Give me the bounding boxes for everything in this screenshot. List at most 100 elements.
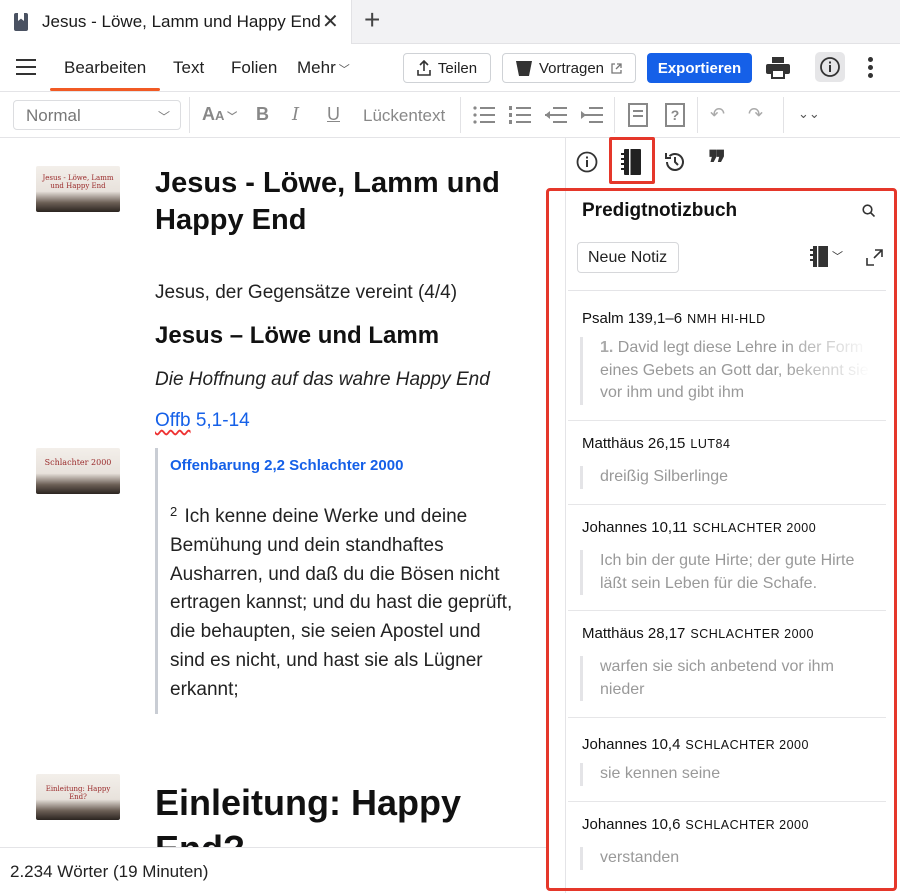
export-button[interactable]: Exportieren (647, 53, 752, 83)
undo-icon[interactable]: ↶ (710, 104, 725, 125)
note-version: LUT84 (690, 437, 731, 451)
bible-book-abbrev: Offb (155, 410, 191, 431)
chevron-down-icon[interactable]: ﹀ (832, 248, 843, 264)
note-reference: Johannes 10,4 SCHLACHTER 2000 (582, 736, 809, 753)
divider (614, 97, 615, 133)
verse-text: Ich kenne deine Werke und deine Bemühung… (170, 506, 513, 700)
slide-thumbnail-text: Jesus - Löwe, Lamm und Happy End (42, 174, 114, 190)
document-tab[interactable]: Jesus - Löwe, Lamm und Happy End ✕ (0, 0, 352, 44)
slide-thumbnail-text: Schlachter 2000 (44, 458, 112, 467)
note-item[interactable]: Matthäus 26,15 LUT84 dreißig Silberlinge (568, 421, 886, 505)
note-ref-text: Johannes 10,6 (582, 816, 681, 833)
note-item[interactable]: Psalm 139,1–6 NMH HI-HLD 1. David legt di… (568, 291, 886, 421)
note-version: SCHLACHTER 2000 (690, 627, 814, 641)
history-icon[interactable] (664, 151, 686, 173)
divider (783, 97, 784, 133)
print-icon[interactable] (766, 57, 790, 79)
outdent-icon[interactable] (545, 106, 567, 124)
format-toolbar: Normal ﹀ AA ﹀ B I U Lückentext ? ↶ ↷ ⌄⌄ (0, 92, 900, 138)
note-reference: Psalm 139,1–6 NMH HI-HLD (582, 310, 766, 327)
note-number: 1. (600, 339, 614, 356)
note-excerpt: warfen sie sich anbetend vor ihm nieder (580, 656, 870, 701)
popout-icon[interactable] (866, 249, 883, 266)
slide-thumbnail[interactable]: Jesus - Löwe, Lamm und Happy End (36, 166, 120, 212)
note-ref-text: Matthäus 28,17 (582, 625, 686, 642)
divider (460, 97, 461, 133)
note-version: SCHLACHTER 2000 (685, 818, 809, 832)
divider (189, 97, 190, 133)
section-heading: Jesus – Löwe und Lamm (155, 322, 440, 349)
note-item[interactable]: Johannes 10,6 SCHLACHTER 2000 verstanden (568, 802, 886, 886)
external-link-icon (611, 62, 622, 74)
highlight-box (609, 137, 655, 184)
info-icon[interactable] (576, 151, 598, 173)
cloze-button[interactable]: Lückentext (363, 106, 445, 126)
more-options-icon[interactable] (868, 57, 874, 79)
verse-number: 2 (170, 504, 178, 519)
slide-thumbnail[interactable]: Einleitung: Happy End? (36, 774, 120, 820)
note-excerpt: dreißig Silberlinge (580, 466, 870, 489)
podium-icon (515, 60, 532, 76)
new-note-button[interactable]: Neue Notiz (577, 242, 679, 273)
question-box-icon[interactable]: ? (665, 103, 685, 127)
notebook-select-icon[interactable] (810, 246, 830, 267)
menu-tab-text[interactable]: Text (173, 58, 204, 78)
note-reference: Matthäus 28,17 SCHLACHTER 2000 (582, 625, 814, 642)
font-size-icon[interactable]: AA ﹀ (202, 104, 237, 125)
bullet-list-icon[interactable] (473, 106, 495, 124)
note-reference: Matthäus 26,15 LUT84 (582, 435, 730, 452)
slide-thumbnail-text: Einleitung: Happy End? (45, 785, 111, 801)
new-tab-icon[interactable]: + (364, 4, 380, 36)
bible-ref-chapter: 5,1-14 (190, 410, 250, 431)
hamburger-menu-icon[interactable] (16, 59, 36, 75)
note-item[interactable]: Johannes 10,4 SCHLACHTER 2000 sie kennen … (568, 718, 886, 802)
note-excerpt: 1. David legt diese Lehre in der Form ei… (580, 337, 870, 405)
bold-icon[interactable]: B (256, 104, 269, 125)
note-version: NMH HI-HLD (687, 312, 766, 326)
bible-reference-link[interactable]: Offb 5,1-14 (155, 410, 250, 432)
redo-icon[interactable]: ↷ (748, 104, 763, 125)
menu-tab-mehr[interactable]: Mehr ﹀ (297, 58, 350, 78)
document-icon (14, 13, 28, 31)
info-button[interactable] (815, 52, 845, 82)
search-icon[interactable] (862, 204, 875, 217)
note-version: SCHLACHTER 2000 (685, 738, 809, 752)
subtitle: Die Hoffnung auf das wahre Happy End (155, 369, 490, 390)
note-ref-text: Matthäus 26,15 (582, 435, 686, 452)
present-button[interactable]: Vortragen (502, 53, 636, 83)
menu-tab-mehr-label: Mehr (297, 58, 336, 77)
menu-tab-bearbeiten[interactable]: Bearbeiten (64, 58, 146, 78)
share-label: Teilen (437, 59, 478, 77)
quote-icon[interactable]: ❞ (708, 144, 726, 184)
slide-thumbnail[interactable]: Schlachter 2000 (36, 448, 120, 494)
paragraph-style-select[interactable]: Normal ﹀ (13, 100, 181, 130)
numbered-list-icon[interactable] (509, 106, 531, 124)
expand-toolbar-icon[interactable]: ⌄⌄ (798, 106, 820, 122)
note-item[interactable]: Johannes 10,11 SCHLACHTER 2000 Ich bin de… (568, 505, 886, 611)
note-reference: Johannes 10,6 SCHLACHTER 2000 (582, 816, 809, 833)
present-label: Vortragen (538, 59, 605, 77)
italic-icon[interactable]: I (292, 104, 299, 125)
active-tab-indicator (50, 88, 160, 91)
quote-reference[interactable]: Offenbarung 2,2 Schlachter 2000 (170, 457, 403, 474)
quote-bar (155, 448, 158, 714)
note-text: David legt diese Lehre in der Form eines… (600, 339, 869, 401)
share-button[interactable]: Teilen (403, 53, 491, 83)
page-icon[interactable] (628, 103, 648, 127)
divider (697, 97, 698, 133)
menu-tab-folien[interactable]: Folien (231, 58, 277, 78)
underline-icon[interactable]: U (327, 104, 340, 125)
quote-text: 2 Ich kenne deine Werke und deine Bemühu… (170, 498, 515, 705)
note-reference: Johannes 10,11 SCHLACHTER 2000 (582, 519, 816, 536)
chevron-down-icon: ﹀ (338, 64, 350, 76)
svg-text:?: ? (671, 107, 680, 123)
series-line: Jesus, der Gegensätze vereint (4/4) (155, 282, 458, 303)
note-excerpt: Ich bin der gute Hirte; der gute Hirte l… (580, 550, 870, 595)
note-item[interactable]: Matthäus 28,17 SCHLACHTER 2000 warfen sie… (568, 611, 886, 718)
indent-icon[interactable] (581, 106, 603, 124)
note-ref-text: Johannes 10,4 (582, 736, 681, 753)
close-tab-icon[interactable]: ✕ (322, 9, 339, 34)
document-title: Jesus - Löwe, Lamm und Happy End (155, 167, 500, 236)
note-ref-text: Johannes 10,11 (582, 519, 688, 536)
info-icon (820, 57, 840, 77)
